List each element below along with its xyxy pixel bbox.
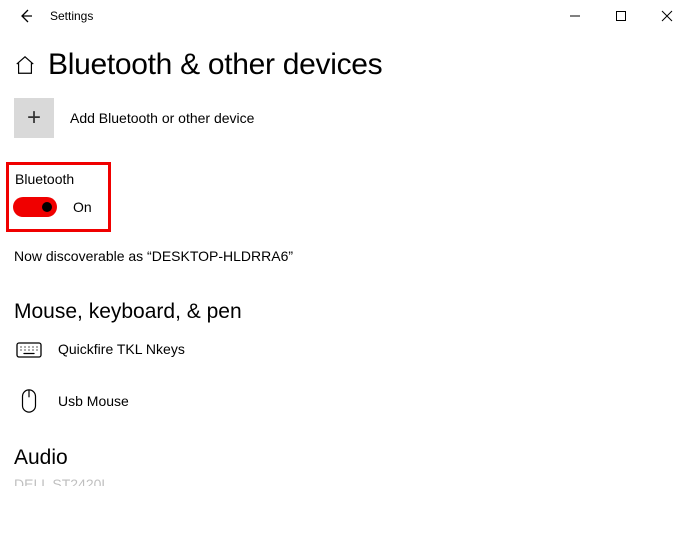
section-heading-mouse: Mouse, keyboard, & pen: [14, 300, 676, 324]
back-button[interactable]: [8, 0, 44, 32]
maximize-button[interactable]: [598, 0, 644, 32]
content-panel: + Add Bluetooth or other device Bluetoot…: [0, 92, 690, 486]
minimize-button[interactable]: [552, 0, 598, 32]
app-title: Settings: [50, 9, 93, 23]
bluetooth-toggle-row: On: [13, 197, 92, 217]
mouse-icon: [14, 386, 44, 416]
page-title: Bluetooth & other devices: [48, 48, 382, 82]
section-heading-audio: Audio: [14, 446, 676, 470]
titlebar: Settings: [0, 0, 690, 32]
device-name-label: Usb Mouse: [58, 393, 129, 409]
device-item-mouse[interactable]: Usb Mouse: [14, 386, 676, 416]
keyboard-icon: [14, 334, 44, 364]
device-name-label: Quickfire TKL Nkeys: [58, 341, 185, 357]
add-device-label: Add Bluetooth or other device: [70, 110, 254, 126]
close-button[interactable]: [644, 0, 690, 32]
window-controls: [552, 0, 690, 32]
bluetooth-toggle[interactable]: [13, 197, 57, 217]
bluetooth-section-label: Bluetooth: [15, 171, 92, 187]
minimize-icon: [569, 10, 581, 22]
plus-icon: +: [14, 98, 54, 138]
page-header: Bluetooth & other devices: [0, 32, 690, 92]
highlight-annotation: Bluetooth On: [6, 162, 111, 232]
bluetooth-toggle-state: On: [73, 199, 92, 215]
maximize-icon: [615, 10, 627, 22]
home-icon[interactable]: [14, 54, 36, 76]
toggle-knob: [42, 202, 52, 212]
close-icon: [661, 10, 673, 22]
add-device-button[interactable]: + Add Bluetooth or other device: [14, 98, 676, 138]
device-item-keyboard[interactable]: Quickfire TKL Nkeys: [14, 334, 676, 364]
device-item-audio-partial[interactable]: DELL ST2420L: [14, 476, 676, 486]
arrow-left-icon: [18, 8, 34, 24]
discoverable-text: Now discoverable as “DESKTOP-HLDRRA6”: [14, 248, 676, 264]
